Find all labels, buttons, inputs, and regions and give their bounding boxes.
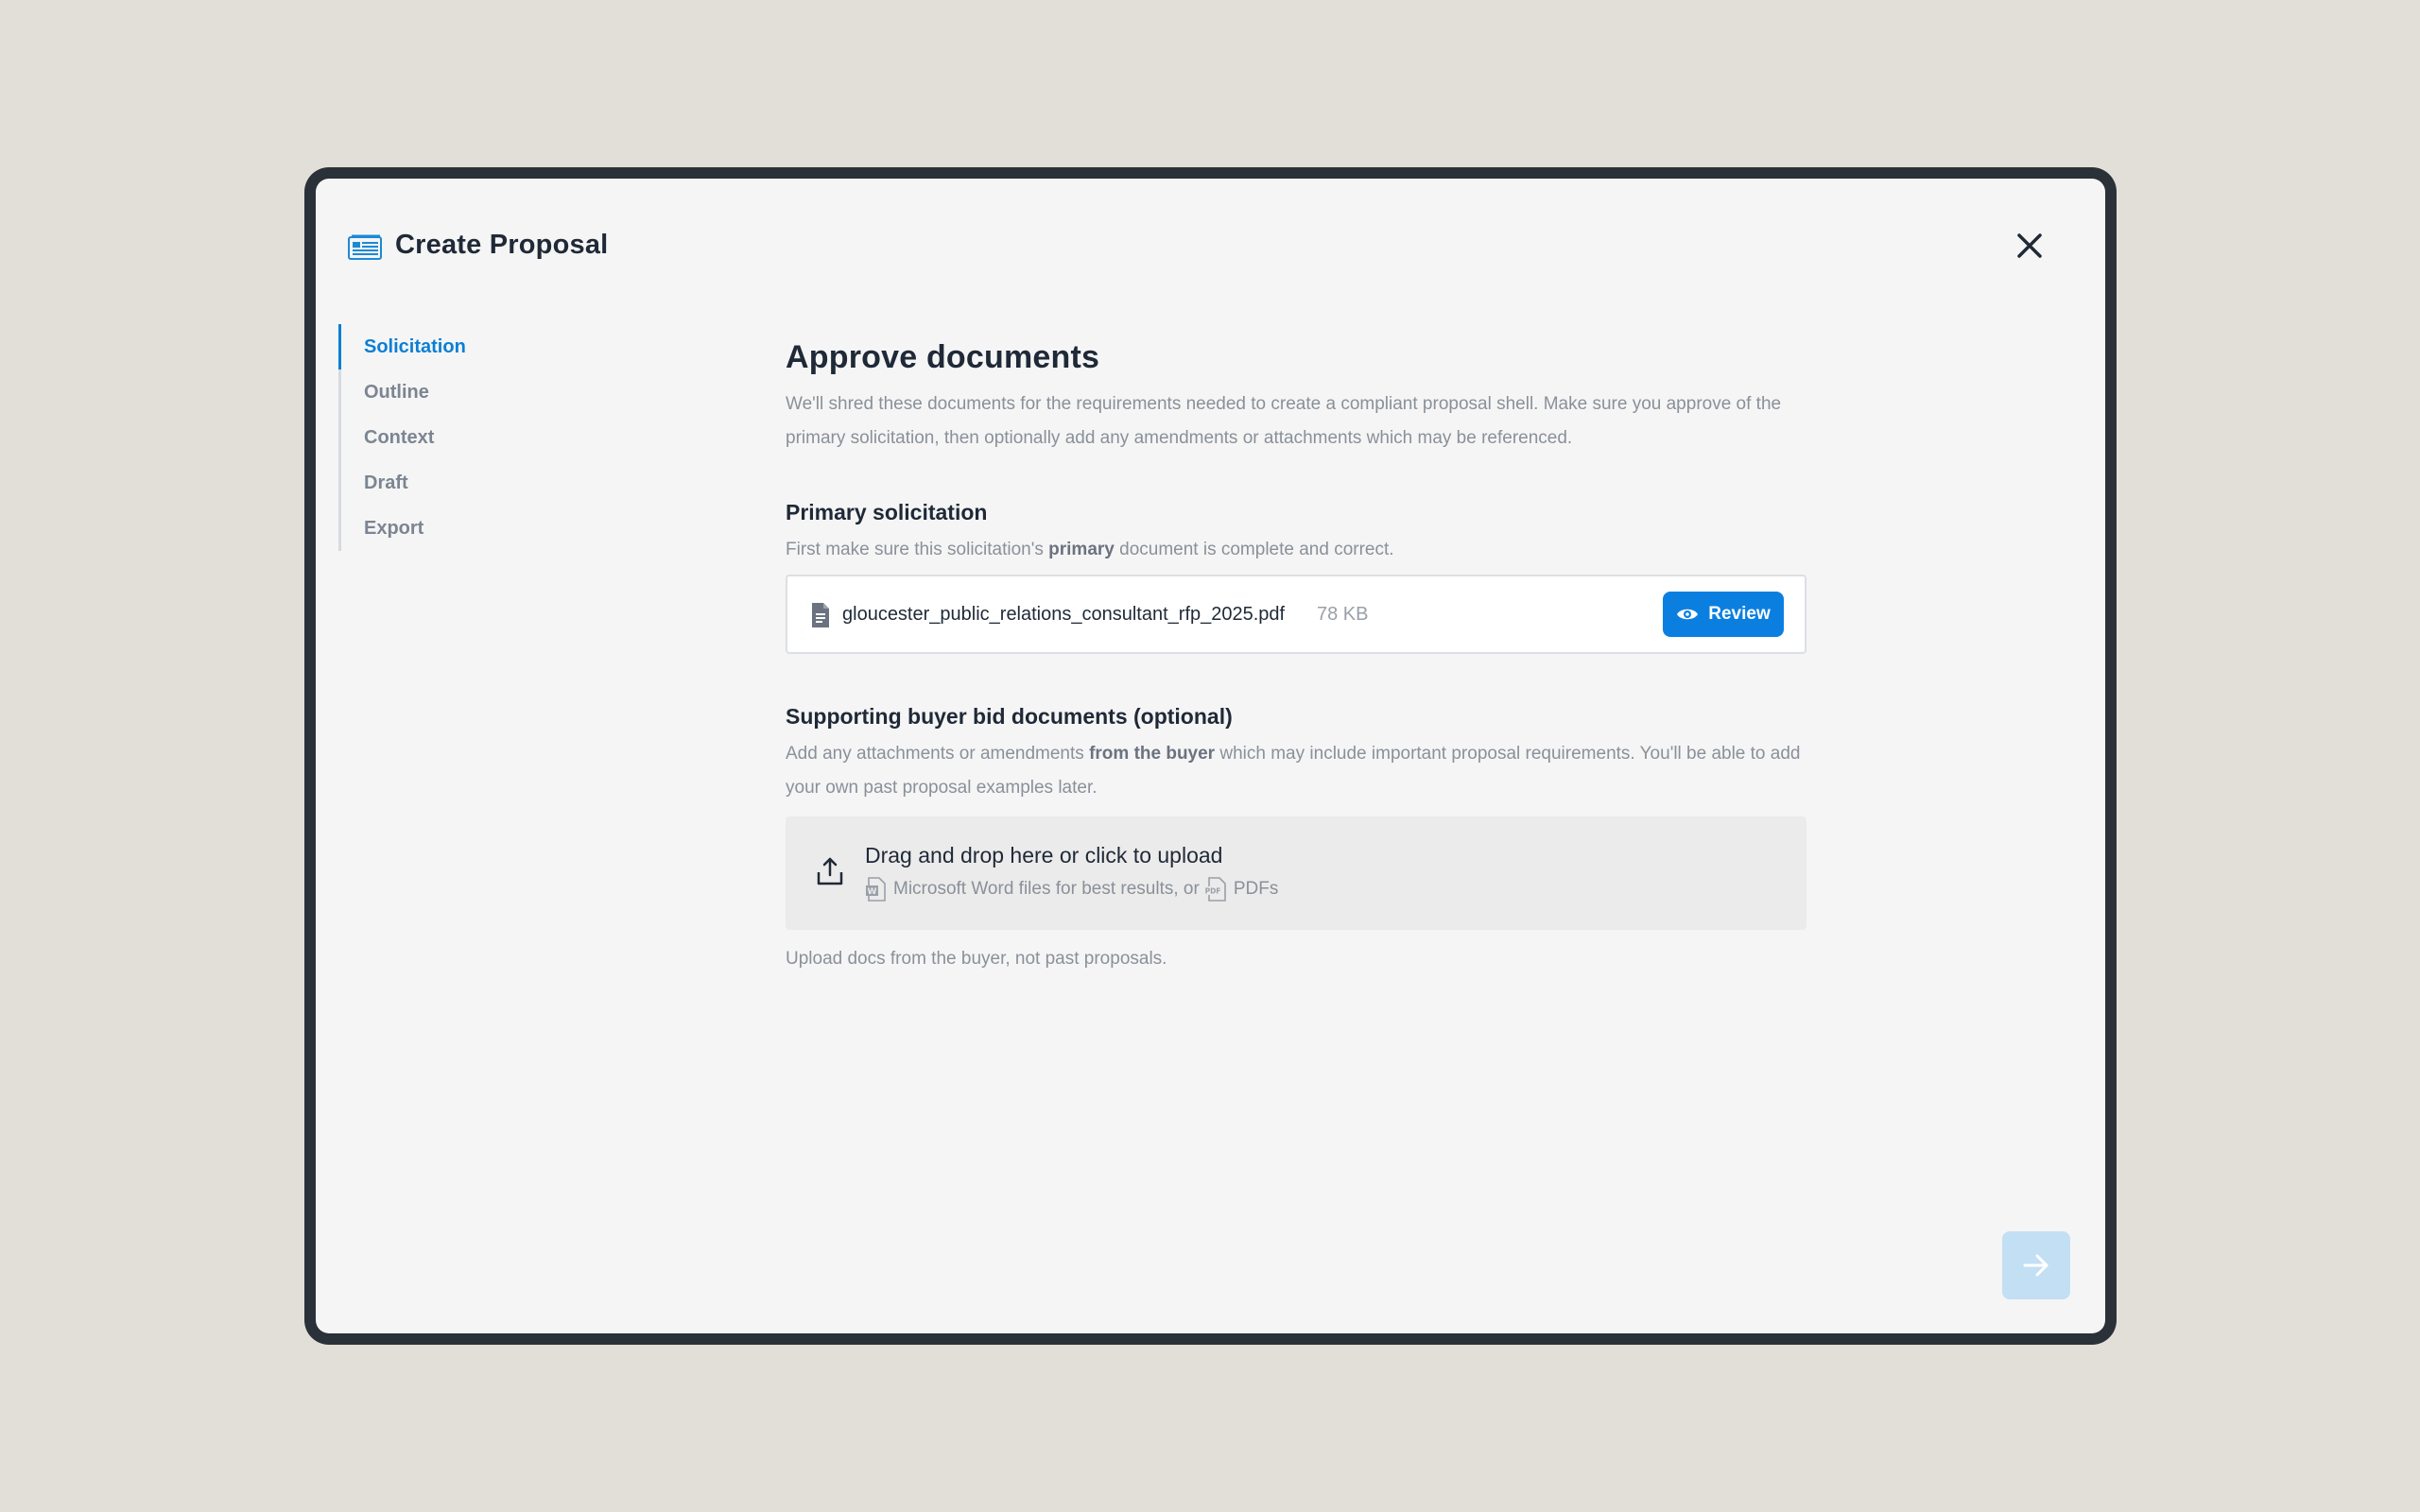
word-file-icon: W — [866, 877, 886, 902]
primary-sub-after: document is complete and correct. — [1114, 540, 1394, 559]
modal-title: Create Proposal — [395, 230, 609, 260]
supporting-docs-section: Supporting buyer bid documents (optional… — [786, 704, 1806, 970]
step-label: Export — [364, 517, 424, 539]
arrow-right-icon — [2023, 1254, 2048, 1277]
dropzone-title: Drag and drop here or click to upload — [865, 843, 1223, 868]
svg-text:PDF: PDF — [1205, 887, 1220, 896]
step-draft[interactable]: Draft — [338, 460, 622, 506]
file-name: gloucester_public_relations_consultant_r… — [842, 604, 1286, 625]
supporting-sub-before: Add any attachments or amendments — [786, 744, 1090, 764]
step-label: Solicitation — [364, 335, 466, 357]
primary-sub-bold: primary — [1048, 540, 1115, 559]
primary-sub-before: First make sure this solicitation's — [786, 540, 1049, 559]
proposal-doc-icon — [348, 234, 382, 260]
create-proposal-modal: Create Proposal Solicitation Outline Con… — [316, 179, 2105, 1333]
supporting-heading: Supporting buyer bid documents (optional… — [786, 704, 1233, 729]
approve-documents-section: Approve documents We'll shred these docu… — [786, 339, 1806, 455]
page-title: Approve documents — [786, 339, 1100, 375]
review-label: Review — [1708, 604, 1771, 624]
file-size: 78 KB — [1317, 604, 1369, 625]
primary-subtext: First make sure this solicitation's prim… — [786, 533, 1806, 567]
step-label: Context — [364, 426, 435, 448]
step-export[interactable]: Export — [338, 506, 622, 551]
page-description: We'll shred these documents for the requ… — [786, 394, 1782, 448]
step-outline[interactable]: Outline — [338, 369, 622, 415]
step-solicitation[interactable]: Solicitation — [338, 324, 622, 369]
close-icon[interactable] — [2014, 230, 2046, 262]
upload-dropzone[interactable]: Drag and drop here or click to upload W … — [786, 816, 1806, 930]
pdf-file-icon: PDF — [1204, 877, 1226, 902]
upload-note: Upload docs from the buyer, not past pro… — [786, 949, 1167, 969]
supporting-sub-bold: from the buyer — [1089, 744, 1216, 764]
eye-icon — [1677, 609, 1699, 620]
hint-word-text: Microsoft Word files for best results, o… — [893, 879, 1200, 899]
document-icon — [812, 603, 829, 627]
step-label: Draft — [364, 472, 408, 493]
dropzone-hint: W Microsoft Word files for best results,… — [865, 877, 1278, 902]
primary-heading: Primary solicitation — [786, 500, 988, 524]
step-label: Outline — [364, 381, 429, 403]
primary-file-card: gloucester_public_relations_consultant_r… — [786, 575, 1806, 654]
primary-solicitation-section: Primary solicitation First make sure thi… — [786, 500, 1806, 654]
upload-icon — [817, 857, 843, 885]
step-context[interactable]: Context — [338, 415, 622, 460]
hint-pdf-text: PDFs — [1233, 879, 1279, 899]
supporting-subtext: Add any attachments or amendments from t… — [786, 737, 1806, 805]
step-nav: Solicitation Outline Context Draft Expor… — [338, 324, 622, 551]
review-button[interactable]: Review — [1663, 592, 1784, 637]
next-button[interactable] — [2002, 1231, 2070, 1299]
svg-text:W: W — [868, 887, 877, 897]
app-window-frame: Create Proposal Solicitation Outline Con… — [304, 167, 2117, 1345]
